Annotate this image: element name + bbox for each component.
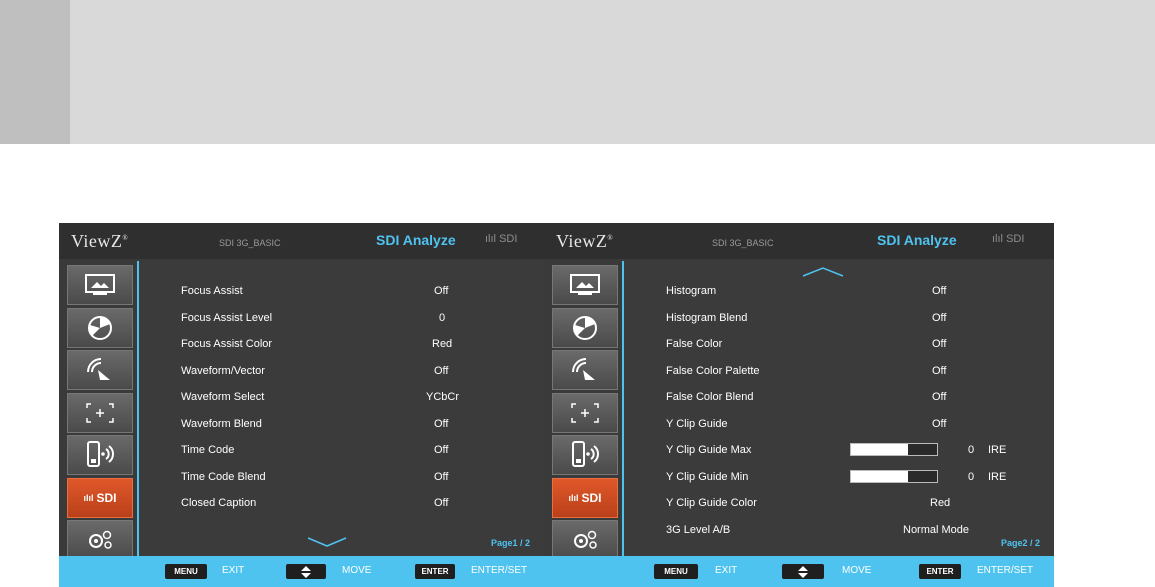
menu-row-false-color-blend[interactable]: False Color Blend Off [666,387,1014,407]
marker-icon [571,402,599,423]
sidebar-item-color[interactable] [552,307,618,348]
osd-screen-page2: ViewZ® SDI 3G_BASIC SDI Analyze ılıl SDI… [544,223,1054,587]
color-wheel-icon [573,315,597,340]
menu-row-3g-level[interactable]: 3G Level A/B Normal Mode [666,520,1014,540]
menu-row-y-clip-guide-max[interactable]: Y Clip Guide Max 0 IRE [666,440,1014,460]
remote-icon [87,441,114,467]
top-band [70,0,1155,144]
picture-icon [85,274,115,295]
sidebar-item-marker[interactable] [67,392,133,433]
y-clip-min-slider[interactable] [850,470,938,483]
sidebar-item-color[interactable] [67,307,133,348]
sidebar-item-sdi[interactable]: ılıl SDI [67,477,133,518]
sidebar-item-audio[interactable] [67,350,133,390]
bars-icon: ılıl [568,492,579,503]
slider-fill [851,444,908,455]
menu-key[interactable]: MENU [165,564,207,579]
scroll-up-icon[interactable] [801,266,845,278]
menu-row-waveform-vector[interactable]: Waveform/Vector Off [181,361,504,381]
picture-icon [570,274,600,295]
move-label: MOVE [342,565,372,576]
page-indicator: Page1 / 2 [490,538,530,548]
input-tag: ılıl SDI [992,233,1025,245]
sidebar-item-settings[interactable] [67,520,133,560]
sidebar-item-settings[interactable] [552,520,618,560]
up-down-arrow-icon [301,565,311,578]
menu-row-false-color[interactable]: False Color Off [666,334,1014,354]
menu-row-closed-caption[interactable]: Closed Caption Off [181,493,504,513]
bars-icon: ılıl [83,492,94,503]
gear-icon [574,530,597,549]
sidebar-item-picture[interactable] [67,265,133,305]
scroll-down-icon[interactable] [306,536,348,548]
top-band-left [0,0,70,144]
menu-row-y-clip-guide[interactable]: Y Clip Guide Off [666,414,1014,434]
menu-panel: Focus Assist Off Focus Assist Level 0 Focu… [137,261,544,556]
brand-logo: ViewZ® [556,231,614,251]
menu-key[interactable]: MENU [654,564,698,579]
input-tag: ılıl SDI [485,233,518,245]
menu-row-false-color-palette[interactable]: False Color Palette Off [666,361,1014,381]
menu-row-time-code[interactable]: Time Code Off [181,440,504,460]
sidebar-item-picture[interactable] [552,265,618,305]
slider-fill [851,471,908,482]
menu-row-focus-assist-color[interactable]: Focus Assist Color Red [181,334,504,354]
menu-title: SDI Analyze [877,232,957,248]
menu-row-focus-assist-level[interactable]: Focus Assist Level 0 [181,308,504,328]
source-label: SDI 3G_BASIC [712,238,774,248]
menu-row-y-clip-guide-min[interactable]: Y Clip Guide Min 0 IRE [666,467,1014,487]
footer-bar: MENU EXIT MOVE ENTER ENTER/SET [59,556,544,587]
source-label: SDI 3G_BASIC [219,238,281,248]
move-key[interactable] [782,564,824,579]
menu-row-time-code-blend[interactable]: Time Code Blend Off [181,467,504,487]
sidebar: ılıl SDI [552,265,618,563]
marker-icon [86,402,114,423]
bars-icon: ılıl [992,233,1003,245]
menu-row-histogram-blend[interactable]: Histogram Blend Off [666,308,1014,328]
brand-logo: ViewZ® [71,231,129,251]
menu-panel: Histogram Off Histogram Blend Off False Co… [622,261,1054,556]
footer-bar: MENU EXIT MOVE ENTER ENTER/SET [544,556,1054,587]
unit-label: IRE [988,444,1007,456]
color-wheel-icon [88,315,112,340]
sidebar-item-marker[interactable] [552,392,618,433]
enter-key[interactable]: ENTER [919,564,961,579]
exit-label: EXIT [222,565,245,576]
osd-screen-page1: ViewZ® SDI 3G_BASIC SDI Analyze ılıl SDI… [59,223,544,587]
menu-row-waveform-select[interactable]: Waveform Select YCbCr [181,387,504,407]
sidebar-item-remote[interactable] [552,435,618,475]
menu-row-y-clip-guide-color[interactable]: Y Clip Guide Color Red [666,493,1014,513]
sidebar-item-audio[interactable] [552,350,618,390]
menu-row-focus-assist[interactable]: Focus Assist Off [181,281,504,301]
gear-icon [89,530,112,549]
sidebar-item-remote[interactable] [67,435,133,475]
move-key[interactable] [286,564,326,579]
up-down-arrow-icon [798,565,808,578]
menu-row-waveform-blend[interactable]: Waveform Blend Off [181,414,504,434]
page-indicator: Page2 / 2 [1000,538,1040,548]
speaker-icon [87,358,110,380]
speaker-icon [572,358,595,380]
bars-icon: ılıl [485,233,496,245]
unit-label: IRE [988,471,1007,483]
enter-key[interactable]: ENTER [415,564,455,579]
osd-header: ViewZ® SDI 3G_BASIC SDI Analyze ılıl SDI [544,223,1054,259]
menu-row-histogram[interactable]: Histogram Off [666,281,1014,301]
enter-set-label: ENTER/SET [977,565,1034,576]
y-clip-max-slider[interactable] [850,443,938,456]
osd-header: ViewZ® SDI 3G_BASIC SDI Analyze ılıl SDI [59,223,544,259]
exit-label: EXIT [715,565,738,576]
enter-set-label: ENTER/SET [471,565,528,576]
move-label: MOVE [842,565,872,576]
sidebar-item-sdi[interactable]: ılıl SDI [552,477,618,518]
menu-title: SDI Analyze [376,232,456,248]
remote-icon [572,441,599,467]
sidebar: ılıl SDI [67,265,133,563]
